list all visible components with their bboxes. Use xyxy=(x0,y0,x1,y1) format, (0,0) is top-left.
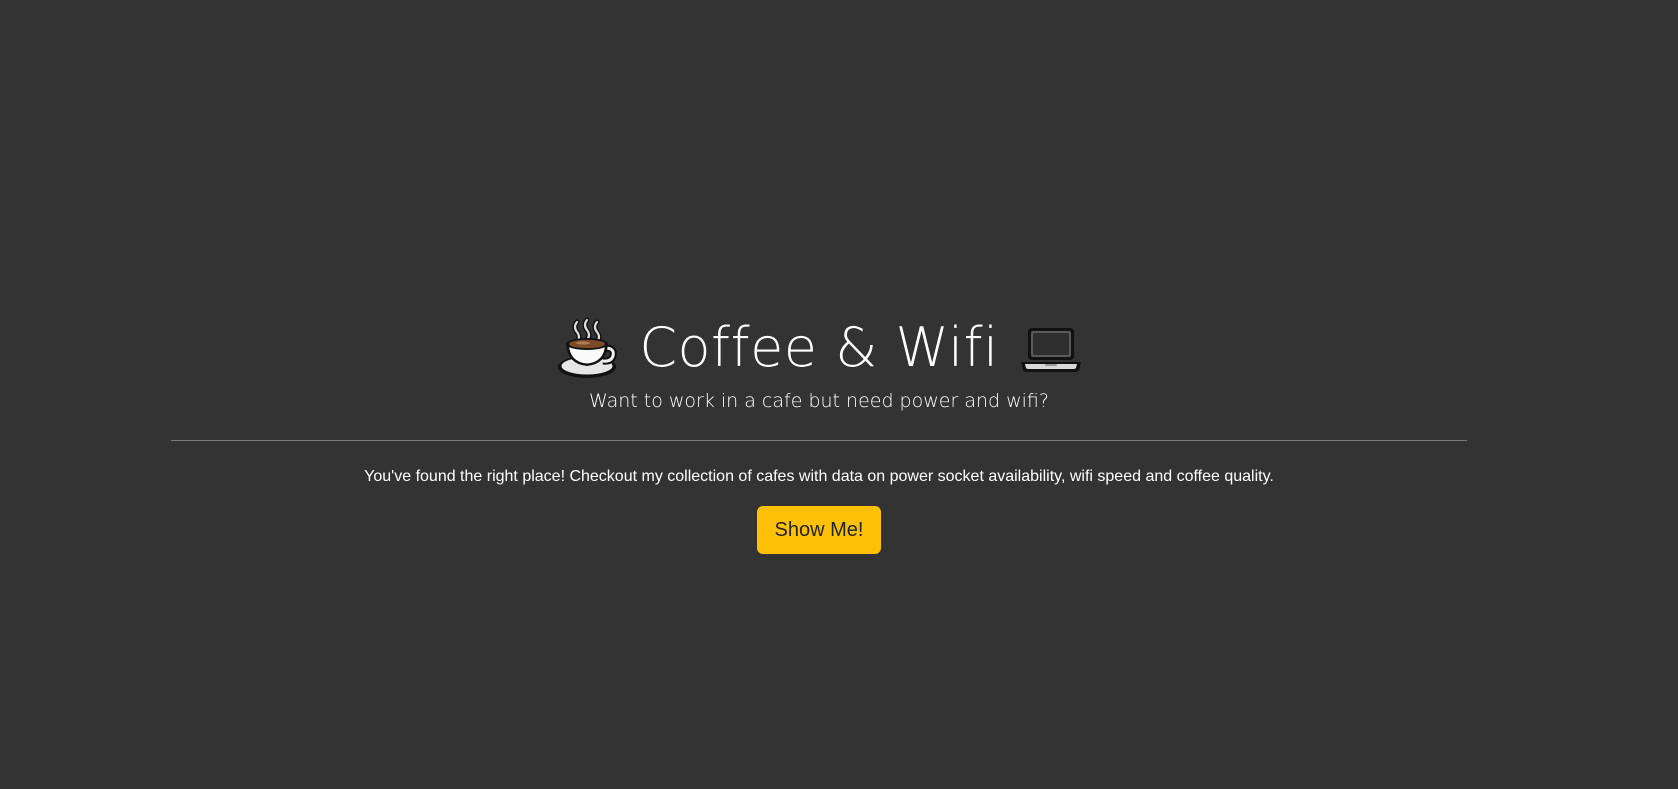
page-title: Coffee & Wifi xyxy=(639,316,999,379)
laptop-icon xyxy=(1019,316,1083,380)
hero-section: Coffee & Wifi Want to work in a cafe but… xyxy=(0,0,1678,789)
show-me-button[interactable]: Show Me! xyxy=(756,506,882,554)
button-wrapper: Show Me! xyxy=(0,506,1638,554)
title-row: Coffee & Wifi xyxy=(0,312,1638,384)
lead-text: You've found the right place! Checkout m… xyxy=(364,468,1274,485)
subtitle: Want to work in a cafe but need power an… xyxy=(589,390,1049,412)
coffee-cup-icon xyxy=(555,316,619,380)
divider xyxy=(171,440,1467,441)
